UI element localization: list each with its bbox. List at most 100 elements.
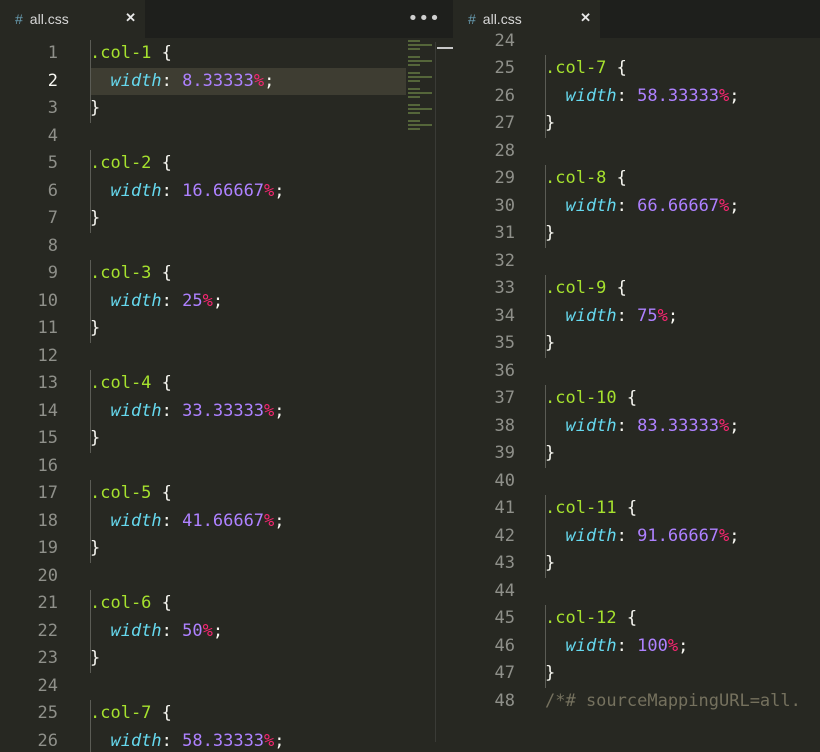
code-line[interactable]: .col-2 { (90, 150, 172, 178)
code-line[interactable]: } (90, 645, 100, 673)
line-number: 14 (37, 400, 58, 421)
line-number: 22 (37, 620, 58, 641)
code-line[interactable]: .col-12 { (545, 605, 637, 633)
minimap[interactable] (408, 40, 434, 136)
punctuation: { (606, 58, 627, 78)
close-icon[interactable]: ✕ (580, 10, 591, 26)
code-line[interactable]: } (545, 440, 555, 468)
code-line[interactable]: } (545, 110, 555, 138)
minimap-line (408, 64, 420, 66)
minimap-line (408, 124, 432, 126)
code-line[interactable]: .col-9 { (545, 275, 627, 303)
punctuation (545, 636, 565, 656)
code-line[interactable]: } (90, 425, 100, 453)
punctuation: { (151, 483, 172, 503)
minimap-line (408, 80, 420, 82)
punctuation: { (616, 388, 638, 408)
punctuation: } (545, 443, 556, 463)
code-line[interactable]: width: 75%; (545, 303, 678, 331)
code-line[interactable]: .col-7 { (545, 55, 627, 83)
code-line[interactable]: width: 41.66667%; (90, 508, 284, 536)
css-property: width (110, 510, 162, 531)
minimap-line (408, 60, 432, 62)
css-selector: .col-9 (545, 278, 607, 298)
code-line[interactable]: .col-5 { (90, 480, 172, 508)
code-editor-right[interactable]: 24 25 26 27 28 29 30 31 32 33 34 35 36 37 38 39 40 41 42 43… (453, 31, 820, 752)
code-line[interactable]: width: 58.33333%; (90, 728, 285, 752)
line-number: 38 (494, 415, 515, 436)
punctuation: } (545, 223, 556, 243)
code-line[interactable]: } (545, 550, 555, 578)
css-selector: .col-10 (545, 388, 617, 408)
minimap-line (408, 112, 420, 114)
code-line[interactable]: width: 66.66667%; (545, 193, 739, 221)
tab-title: all.css (29, 11, 69, 27)
punctuation: } (545, 663, 556, 683)
punctuation (90, 731, 110, 751)
line-number: 5 (47, 153, 58, 173)
line-number: 41 (494, 498, 515, 518)
punctuation (545, 526, 565, 546)
code-area[interactable]: .col-1 { width: 8.33333%;} .col-2 { width… (90, 38, 453, 752)
line-number: 3 (47, 98, 58, 118)
code-editor-left[interactable]: 1 2 3 4 5 6 7 8 9 10 11 12 13 14 15 16 17 18 19 20 21 22 23 24 2… (0, 38, 453, 752)
punctuation: ; (667, 305, 679, 326)
css-unit: % (719, 85, 730, 106)
line-number: 2 (47, 70, 58, 91)
code-line[interactable]: .col-8 { (545, 165, 627, 193)
punctuation: } (545, 553, 556, 573)
code-line[interactable]: width: 25%; (90, 288, 223, 316)
code-line[interactable]: width: 83.33333%; (545, 413, 739, 441)
code-line[interactable]: width: 16.66667%; (90, 178, 284, 206)
line-number: 45 (494, 608, 515, 628)
punctuation: ; (274, 730, 285, 751)
code-line[interactable]: .col-7 { (90, 700, 172, 728)
line-number: 26 (37, 730, 58, 751)
code-line[interactable]: width: 50%; (90, 618, 223, 646)
line-number: 20 (37, 565, 58, 586)
tab-all-css-left[interactable]: # all.css ✕ (0, 0, 145, 38)
css-value: 100 (637, 635, 668, 656)
code-line[interactable]: .col-11 { (545, 495, 637, 523)
code-line[interactable]: /*# sourceMappingURL=all. (545, 688, 801, 716)
punctuation: ; (212, 620, 224, 641)
code-line[interactable]: width: 100%; (545, 633, 688, 661)
close-icon[interactable]: ✕ (125, 10, 136, 26)
css-value: 58.33333 (182, 730, 265, 751)
code-line[interactable]: .col-6 { (90, 590, 172, 618)
minimap-line (408, 72, 420, 74)
code-line[interactable]: width: 91.66667%; (545, 523, 739, 551)
code-line[interactable]: } (545, 220, 555, 248)
punctuation: : (616, 305, 638, 326)
code-line[interactable]: .col-1 { (90, 40, 172, 68)
css-unit: % (657, 305, 668, 326)
punctuation: : (616, 415, 638, 436)
code-line[interactable]: width: 58.33333%; (545, 83, 739, 111)
punctuation: : (161, 180, 183, 201)
code-line[interactable]: width: 33.33333%; (90, 398, 285, 426)
code-area[interactable]: .col-7 { width: 58.33333%;} .col-8 { widt… (545, 38, 820, 752)
code-line[interactable]: .col-4 { (90, 370, 172, 398)
punctuation: { (616, 498, 638, 518)
code-line[interactable]: .col-3 { (90, 260, 172, 288)
scrollbar-thumb[interactable] (437, 47, 453, 49)
code-line[interactable]: } (545, 330, 555, 358)
punctuation: : (161, 290, 183, 311)
css-selector: .col-7 (545, 58, 607, 78)
code-line[interactable]: .col-10 { (545, 385, 637, 413)
code-line[interactable]: } (90, 315, 100, 343)
code-line[interactable]: } (90, 535, 100, 563)
css-property: width (110, 730, 162, 751)
css-property: width (110, 400, 162, 421)
code-line[interactable]: } (90, 205, 100, 233)
punctuation: ; (274, 400, 285, 421)
punctuation: { (606, 278, 627, 298)
line-number: 39 (494, 443, 515, 463)
code-line[interactable]: } (545, 660, 555, 688)
punctuation: } (90, 428, 101, 448)
more-options-icon[interactable]: ••• (407, 8, 440, 29)
css-selector: .col-5 (90, 483, 152, 503)
line-number: 48 (494, 690, 515, 711)
code-line[interactable]: width: 8.33333%; (90, 68, 274, 96)
code-line[interactable]: } (90, 95, 100, 123)
